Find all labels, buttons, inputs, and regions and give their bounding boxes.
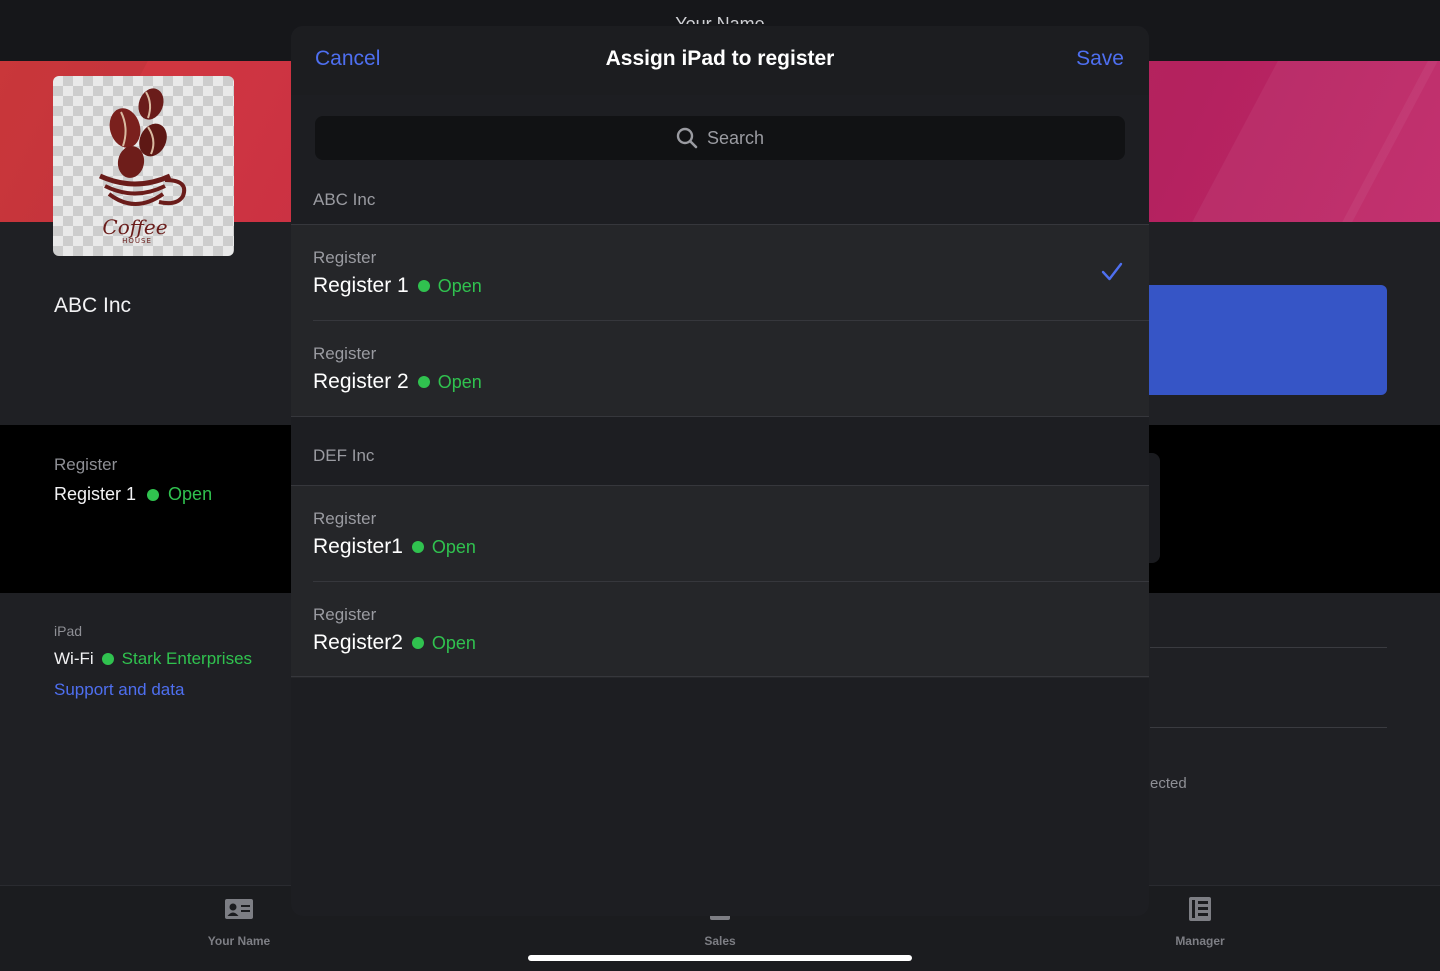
top-bar-title: Your Name xyxy=(675,14,765,24)
wifi-network: Stark Enterprises xyxy=(121,649,253,668)
save-button[interactable]: Save xyxy=(1076,47,1124,71)
tab-your-name[interactable]: Your Name xyxy=(179,896,299,948)
register-row-name: Register1 xyxy=(313,535,403,558)
support-and-data-link[interactable]: Support and data xyxy=(54,680,184,700)
contact-card-icon xyxy=(225,899,253,919)
group-header-abc: ABC Inc xyxy=(313,190,376,209)
divider xyxy=(1150,647,1387,648)
partial-status-text: ected xyxy=(1150,775,1187,792)
current-register-status: Open xyxy=(168,484,213,504)
register-row-name: Register2 xyxy=(313,631,403,654)
assign-register-modal: Cancel Assign iPad to register Save Sear… xyxy=(291,26,1149,916)
register-row-label: Register xyxy=(313,248,377,267)
logo-subtext: HOUSE xyxy=(122,237,152,245)
status-dot-icon xyxy=(411,541,424,553)
register-row-status: Open xyxy=(431,536,476,557)
current-register: Register 1 Open xyxy=(54,484,212,505)
status-dot-icon xyxy=(411,637,424,649)
checkmark-icon xyxy=(1101,262,1123,281)
group-header-def: DEF Inc xyxy=(313,446,375,465)
home-indicator[interactable] xyxy=(528,955,912,961)
register-row[interactable]: Register Register1 Open xyxy=(291,486,1149,582)
divider xyxy=(1150,727,1387,728)
cancel-button[interactable]: Cancel xyxy=(315,47,380,71)
modal-header: Cancel Assign iPad to register Save xyxy=(291,26,1149,95)
search-field[interactable]: Search xyxy=(315,116,1125,160)
tab-label: Your Name xyxy=(207,934,271,948)
register-label: Register xyxy=(54,455,118,474)
register-row[interactable]: Register Register 1 Open xyxy=(291,225,1149,321)
company-name: ABC Inc xyxy=(54,294,132,317)
current-register-name: Register 1 xyxy=(54,484,137,504)
register-row-label: Register xyxy=(313,605,377,624)
status-dot-icon xyxy=(417,280,430,292)
status-dot-icon xyxy=(147,488,160,501)
primary-action-button[interactable] xyxy=(1130,285,1387,395)
register-row-name: Register 2 xyxy=(313,370,409,393)
register-row-name: Register 1 xyxy=(313,274,409,297)
store-logo: Coffee HOUSE xyxy=(53,76,234,256)
wifi-status: Wi-Fi Stark Enterprises xyxy=(54,649,252,669)
divider xyxy=(291,416,1149,417)
ipad-label: iPad xyxy=(54,623,83,639)
tab-label: Sales xyxy=(704,934,736,948)
register-row[interactable]: Register Register2 Open xyxy=(291,582,1149,678)
divider xyxy=(291,676,1149,677)
search-icon xyxy=(676,127,698,149)
manager-icon xyxy=(1189,897,1211,921)
status-dot-icon xyxy=(101,653,114,665)
tab-manager[interactable]: Manager xyxy=(1140,896,1260,948)
tab-label: Manager xyxy=(1175,934,1225,948)
register-row-label: Register xyxy=(313,509,377,528)
register-row-label: Register xyxy=(313,344,377,363)
logo-text: Coffee xyxy=(102,215,167,239)
wifi-label: Wi-Fi xyxy=(54,649,94,668)
modal-title: Assign iPad to register xyxy=(605,47,835,70)
register-row-status: Open xyxy=(437,275,482,296)
coffee-logo-icon: Coffee HOUSE xyxy=(98,88,187,245)
status-dot-icon xyxy=(417,376,430,388)
register-row-status: Open xyxy=(437,371,482,392)
search-placeholder: Search xyxy=(706,127,765,148)
register-row[interactable]: Register Register 2 Open xyxy=(291,321,1149,417)
register-row-status: Open xyxy=(431,632,476,653)
